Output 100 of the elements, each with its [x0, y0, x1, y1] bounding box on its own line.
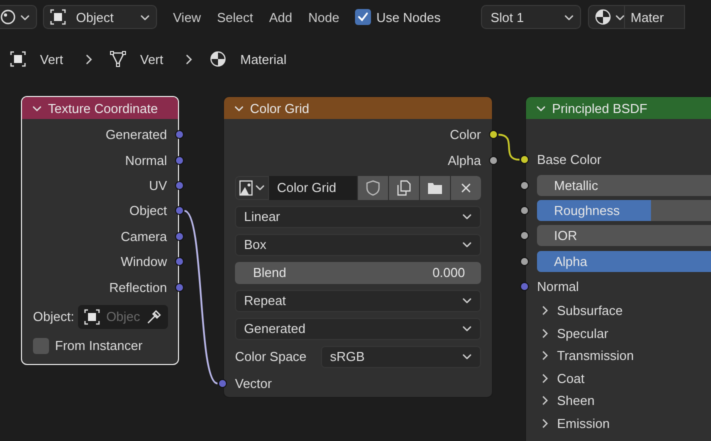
value-slider[interactable]: Metallic: [537, 174, 711, 196]
eyedropper-icon: [146, 308, 162, 325]
socket-label: Window: [120, 254, 167, 270]
dropdown[interactable]: sRGB: [321, 346, 481, 368]
socket-dot[interactable]: [520, 206, 529, 215]
menu-item[interactable]: Add: [261, 5, 300, 29]
caret-icon: [20, 12, 30, 22]
socket-label: Alpha: [448, 152, 481, 168]
socket-dot[interactable]: [175, 130, 184, 140]
node-header[interactable]: Color Grid: [224, 97, 492, 119]
chevron-right-icon: [541, 418, 549, 429]
checkbox[interactable]: [33, 338, 49, 354]
breadcrumb-item[interactable]: Vert: [40, 52, 64, 66]
dropdown[interactable]: Box: [235, 234, 481, 256]
panel-header[interactable]: Transmission: [537, 348, 634, 364]
node-header[interactable]: Principled BSDF: [526, 97, 711, 119]
node-link[interactable]: [184, 210, 218, 384]
caret-icon: [462, 240, 472, 250]
socket-label: Generated: [106, 127, 167, 142]
mode-dropdown[interactable]: Object: [43, 5, 157, 29]
socket-label: Base Color: [537, 152, 602, 168]
checkmark-icon: [357, 11, 370, 23]
chevron-right-icon: [185, 54, 194, 64]
copy-icon: [396, 180, 412, 196]
checkbox-row[interactable]: From Instancer: [33, 338, 142, 354]
socket-label: Object: [129, 203, 167, 218]
socket-dot[interactable]: [218, 378, 227, 388]
field-label: Color Space: [235, 349, 308, 364]
material-name-field[interactable]: Mater: [624, 5, 685, 29]
panel-header[interactable]: Specular: [537, 326, 608, 341]
open-button[interactable]: [419, 176, 450, 200]
value-slider[interactable]: Roughness: [537, 200, 711, 221]
caret-icon: [462, 324, 472, 334]
shield-icon: [366, 180, 380, 196]
chevron-right-icon: [541, 372, 549, 384]
mesh-icon: [110, 51, 126, 67]
editor-icon: [0, 9, 16, 25]
socket-dot[interactable]: [520, 282, 529, 292]
image-icon: [239, 180, 253, 196]
chevron-right-icon: [85, 54, 94, 64]
panel-header[interactable]: Coat: [537, 370, 584, 386]
caret-icon: [255, 183, 265, 192]
breadcrumb-item[interactable]: Vert: [140, 52, 164, 66]
fake-user-button[interactable]: [357, 176, 388, 200]
object-icon: [84, 308, 100, 325]
chevron-right-icon: [541, 395, 549, 406]
close-button[interactable]: [450, 176, 481, 200]
object-icon: [10, 51, 26, 67]
caret-icon: [140, 12, 150, 22]
dropdown[interactable]: Linear: [235, 206, 481, 228]
duplicate-button[interactable]: [388, 176, 419, 200]
socket-label: Normal: [537, 279, 579, 294]
number-field[interactable]: Blend 0.000: [235, 262, 481, 284]
editor-type-dropdown[interactable]: [0, 5, 37, 29]
breadcrumb-item[interactable]: Material: [240, 52, 286, 66]
close-icon: [460, 182, 472, 194]
caret-icon: [462, 352, 472, 362]
use-nodes-checkbox[interactable]: Use Nodes: [355, 9, 441, 25]
socket-label: Camera: [120, 228, 167, 244]
value-slider[interactable]: Alpha: [537, 250, 711, 272]
caret-icon: [462, 212, 472, 222]
chevron-down-icon: [32, 104, 42, 112]
material-dropdown[interactable]: [588, 5, 625, 29]
socket-dot[interactable]: [520, 256, 529, 266]
socket-label: Reflection: [109, 280, 167, 295]
caret-icon: [462, 296, 472, 306]
panel-header[interactable]: Emission: [537, 416, 610, 431]
socket-label: Normal: [125, 152, 167, 168]
socket-dot[interactable]: [520, 155, 529, 164]
socket-dot[interactable]: [175, 257, 184, 266]
slot-dropdown[interactable]: Slot 1: [480, 5, 581, 29]
socket-dot[interactable]: [520, 180, 529, 190]
caret-icon: [614, 12, 625, 22]
node-link[interactable]: [498, 134, 520, 161]
chevron-right-icon: [541, 328, 549, 339]
panel-header[interactable]: Subsurface: [537, 303, 623, 318]
socket-dot[interactable]: [520, 231, 529, 240]
menu-item[interactable]: View: [165, 5, 209, 29]
node-panel[interactable]: Color Grid Color Alpha Color Grid Linear Box Blend 0.000 Repeat Generated Color Space sRGB Vector: [223, 96, 493, 398]
value-slider[interactable]: IOR: [537, 225, 711, 246]
dropdown[interactable]: Generated: [235, 318, 481, 340]
image-name-field[interactable]: Color Grid: [269, 176, 357, 200]
chevron-right-icon: [541, 350, 549, 362]
chevron-right-icon: [541, 305, 549, 316]
checkbox[interactable]: [355, 9, 372, 25]
menu-item[interactable]: Select: [208, 5, 262, 29]
node-header[interactable]: Texture Coordinate: [22, 97, 178, 119]
socket-label: Color: [450, 127, 481, 142]
node-panel[interactable]: Texture Coordinate Generated Normal UV Object Camera Window Reflection Object: Objec From Instancer: [21, 96, 179, 365]
image-browse-button[interactable]: [235, 176, 269, 200]
socket-label: Vector: [235, 376, 272, 391]
object-icon: [50, 9, 66, 25]
material-icon: [594, 9, 611, 25]
socket-dot[interactable]: [489, 130, 498, 140]
socket-dot[interactable]: [175, 206, 184, 216]
chevron-down-icon: [536, 104, 546, 112]
panel-header[interactable]: Sheen: [537, 393, 595, 408]
dropdown[interactable]: Repeat: [235, 290, 481, 312]
node-panel[interactable]: Principled BSDF Base Color Metallic Roughness IOR Alpha Normal Subsurface Specular Transmission Coat Sheen Emission: [525, 96, 711, 441]
menu-item[interactable]: Node: [300, 5, 348, 29]
